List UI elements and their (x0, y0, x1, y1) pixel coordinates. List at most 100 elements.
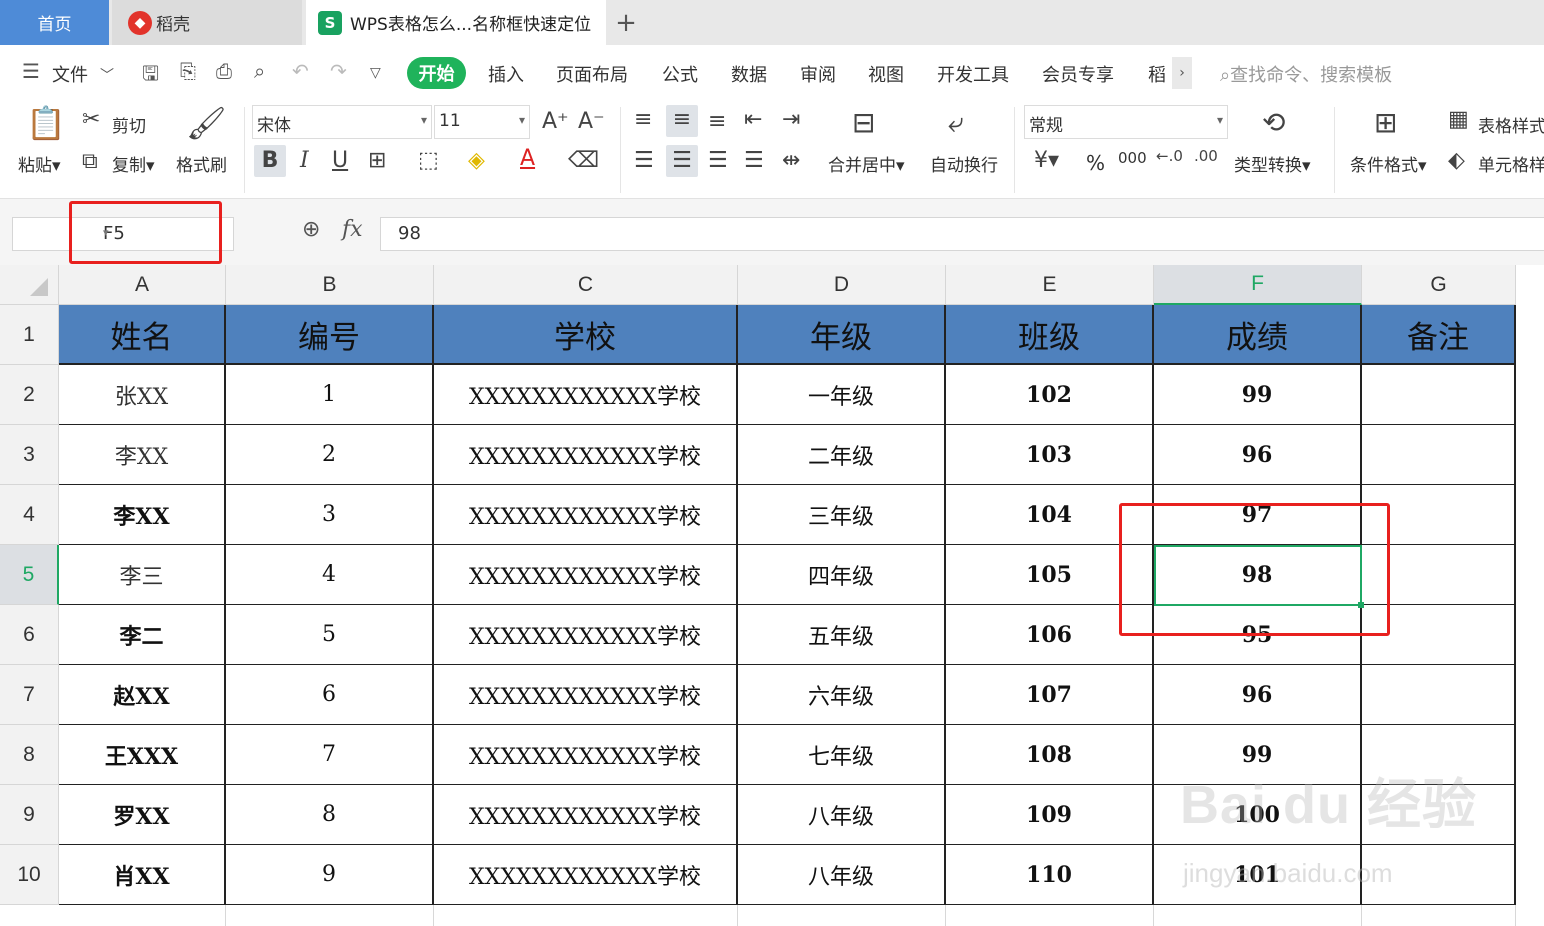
decrease-font-icon[interactable]: A⁻ (578, 111, 605, 133)
table-cell[interactable]: 7 (226, 725, 434, 785)
table-cell[interactable]: 102 (946, 365, 1154, 425)
table-cell[interactable]: XXXXXXXXXXXX学校 (434, 365, 738, 425)
table-cell[interactable]: 5 (226, 605, 434, 665)
table-cell[interactable]: 108 (946, 725, 1154, 785)
zoom-formula-icon[interactable]: ⊕ (302, 217, 320, 242)
thousands-button[interactable]: 000 (1118, 149, 1147, 167)
menu-page-layout[interactable]: 页面布局 (556, 61, 628, 87)
copy-button[interactable]: 复制▾ (112, 151, 155, 176)
column-header-g[interactable]: G (1362, 265, 1516, 305)
table-cell[interactable]: 2 (226, 425, 434, 485)
column-header-f[interactable]: F (1154, 265, 1362, 305)
row-header-9[interactable]: 9 (0, 785, 59, 845)
copy-icon[interactable]: ⧉ (82, 151, 98, 173)
function-icon[interactable]: fx (342, 217, 363, 242)
empty-cell[interactable] (1154, 905, 1362, 926)
empty-cell[interactable] (738, 905, 946, 926)
column-header-e[interactable]: E (946, 265, 1154, 305)
table-style-button[interactable]: 表格样式 (1478, 112, 1544, 137)
table-cell[interactable]: 4 (226, 545, 434, 605)
table-header-cell[interactable]: 备注 (1362, 305, 1516, 365)
table-cell[interactable]: 罗XX (59, 785, 226, 845)
wrap-text-icon[interactable]: ⤶ (948, 109, 964, 137)
increase-indent-icon[interactable]: ⇥ (782, 109, 800, 131)
table-header-cell[interactable]: 年级 (738, 305, 946, 365)
format-painter-button[interactable]: 格式刷 (176, 151, 227, 176)
type-convert-button[interactable]: 类型转换▾ (1234, 151, 1311, 176)
table-header-cell[interactable]: 学校 (434, 305, 738, 365)
menu-formula[interactable]: 公式 (662, 61, 698, 87)
table-cell[interactable]: 肖XX (59, 845, 226, 905)
table-cell[interactable]: XXXXXXXXXXXX学校 (434, 725, 738, 785)
menu-more-button[interactable]: › (1172, 57, 1192, 89)
empty-cell[interactable] (1362, 905, 1516, 926)
table-cell[interactable]: 二年级 (738, 425, 946, 485)
italic-icon[interactable]: I (300, 150, 309, 172)
bold-icon[interactable]: B (254, 145, 286, 177)
border-icon[interactable]: ⊞ (368, 150, 386, 172)
align-middle-icon[interactable]: ≡ (666, 105, 698, 137)
row-header-8[interactable]: 8 (0, 725, 59, 785)
tab-daoke[interactable]: ◆ 稻壳 (112, 0, 302, 45)
table-cell[interactable]: XXXXXXXXXXXX学校 (434, 665, 738, 725)
export-icon[interactable]: ⎘ (180, 59, 196, 83)
menu-daoke[interactable]: 稻 (1148, 61, 1166, 87)
currency-icon[interactable]: ¥▾ (1034, 150, 1059, 172)
table-cell[interactable] (1362, 425, 1516, 485)
cell-style-icon[interactable]: ⬖ (1448, 150, 1465, 172)
row-header-5[interactable]: 5 (0, 545, 59, 605)
row-header-1[interactable]: 1 (0, 305, 59, 365)
table-cell[interactable]: 五年级 (738, 605, 946, 665)
table-cell[interactable]: 6 (226, 665, 434, 725)
row-header-4[interactable]: 4 (0, 485, 59, 545)
table-cell[interactable]: 七年级 (738, 725, 946, 785)
align-bottom-icon[interactable]: ≡ (708, 111, 726, 133)
table-cell[interactable]: 八年级 (738, 845, 946, 905)
table-cell[interactable]: 109 (946, 785, 1154, 845)
table-cell[interactable]: XXXXXXXXXXXX学校 (434, 605, 738, 665)
table-cell[interactable]: 104 (946, 485, 1154, 545)
table-style-icon[interactable]: ▦ (1448, 109, 1469, 131)
paste-icon[interactable]: 📋 (26, 107, 66, 139)
table-cell[interactable] (1362, 665, 1516, 725)
table-cell[interactable]: 107 (946, 665, 1154, 725)
customize-dropdown-icon[interactable]: ▽ (370, 65, 381, 81)
paste-button[interactable]: 粘贴▾ (18, 151, 61, 176)
type-convert-icon[interactable]: ⟲ (1262, 109, 1285, 137)
table-cell[interactable]: 103 (946, 425, 1154, 485)
tab-document[interactable]: S WPS表格怎么...名称框快速定位 (306, 0, 606, 45)
empty-cell[interactable] (59, 905, 226, 926)
table-cell[interactable]: 98 (1154, 545, 1362, 605)
font-name-select[interactable]: 宋体 ▾ (252, 105, 432, 139)
save-icon[interactable]: 🖫 (142, 59, 159, 93)
select-all-corner[interactable] (0, 265, 59, 305)
redo-icon[interactable]: ↷ (330, 59, 347, 83)
table-cell[interactable]: XXXXXXXXXXXX学校 (434, 845, 738, 905)
cell-fill-pattern-icon[interactable]: ⬚ (418, 150, 439, 172)
conditional-format-icon[interactable]: ⊞ (1374, 109, 1397, 137)
align-left-icon[interactable]: ☰ (634, 150, 654, 172)
table-cell[interactable]: 李XX (59, 485, 226, 545)
table-header-cell[interactable]: 编号 (226, 305, 434, 365)
decrease-decimal-icon[interactable]: .00 (1194, 149, 1218, 164)
menu-data[interactable]: 数据 (731, 61, 767, 87)
font-color-icon[interactable]: A (520, 148, 535, 170)
table-cell[interactable]: 9 (226, 845, 434, 905)
menu-review[interactable]: 审阅 (800, 61, 836, 87)
formula-input[interactable]: 98 (380, 217, 1544, 251)
print-icon[interactable]: ⎙ (216, 59, 232, 83)
table-cell[interactable]: 赵XX (59, 665, 226, 725)
table-cell[interactable]: 99 (1154, 365, 1362, 425)
table-cell[interactable]: 110 (946, 845, 1154, 905)
format-painter-icon[interactable]: 🖌 (186, 107, 227, 139)
print-preview-icon[interactable]: ⌕ (254, 59, 265, 83)
increase-font-icon[interactable]: A⁺ (542, 111, 569, 133)
cell-style-button[interactable]: 单元格样式 (1478, 151, 1544, 176)
align-center-icon[interactable]: ☰ (666, 145, 698, 177)
table-cell[interactable]: 四年级 (738, 545, 946, 605)
table-cell[interactable]: 王XXX (59, 725, 226, 785)
table-cell[interactable] (1362, 605, 1516, 665)
table-cell[interactable]: 李XX (59, 425, 226, 485)
table-cell[interactable]: 张XX (59, 365, 226, 425)
empty-cell[interactable] (226, 905, 434, 926)
